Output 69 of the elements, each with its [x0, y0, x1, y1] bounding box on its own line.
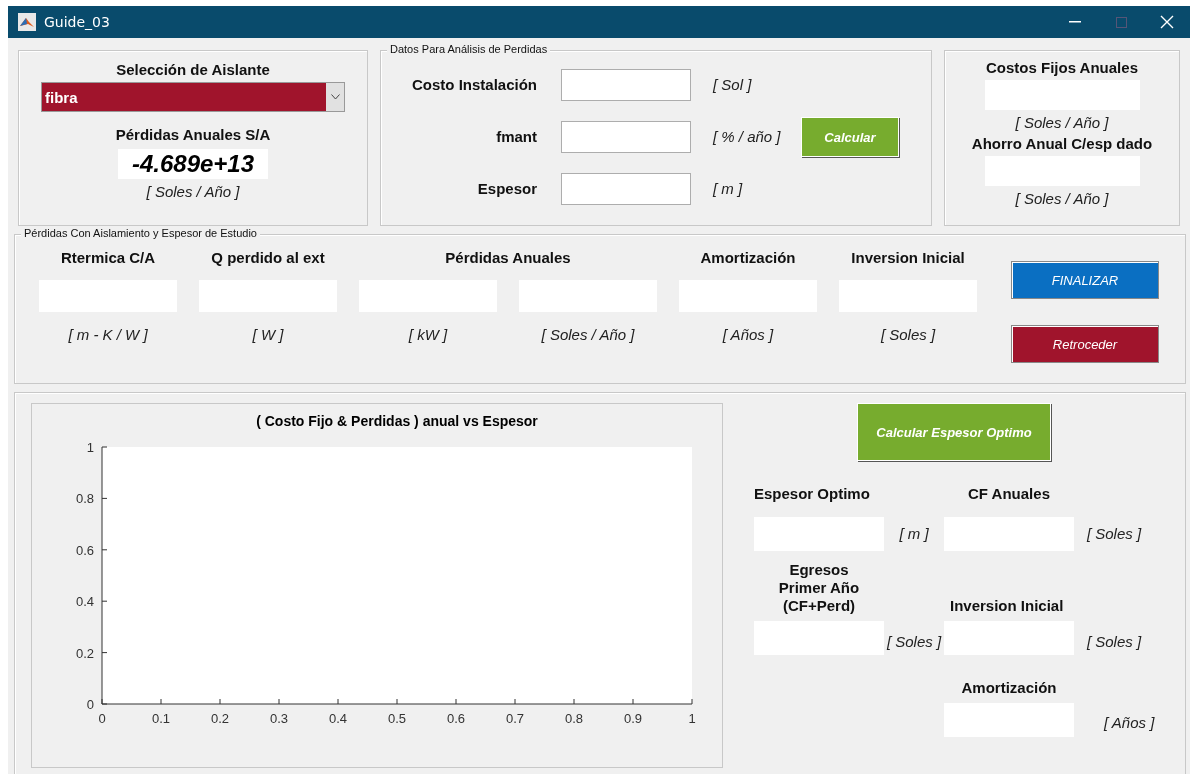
field-label: Espesor Optimo [754, 485, 870, 502]
optimum-button[interactable]: Calcular Espesor Optimo [857, 403, 1051, 461]
input-field[interactable] [561, 69, 691, 101]
field-label: Amortización [961, 679, 1057, 696]
unit-label: [ m ] [713, 180, 743, 197]
y-tick-label: 0.6 [75, 542, 94, 558]
unit-label: [ Soles ] [1086, 525, 1142, 542]
action-button[interactable]: Retroceder [1011, 325, 1159, 363]
x-tick-label: 0.3 [269, 711, 289, 726]
x-tick-label: 0.4 [328, 711, 348, 726]
x-tick-label: 1 [688, 711, 696, 726]
panel-title: Pérdidas Con Aislamiento y Espesor de Estudio [21, 227, 260, 239]
chart-title: ( Costo Fijo & Perdidas ) anual vs Espesor [256, 413, 538, 429]
unit-label: [ Años ] [1104, 714, 1155, 731]
x-tick-label: 0.6 [446, 711, 466, 726]
unit-label: [ W ] [252, 326, 284, 343]
unit-label: [ Soles / Año ] [541, 326, 635, 343]
field-label: fmant [496, 128, 537, 145]
unit-label: [ Sol ] [713, 76, 752, 93]
unit-label: [ Soles ] [1086, 633, 1142, 650]
calculate-button[interactable]: Calcular [801, 117, 899, 157]
action-button[interactable]: FINALIZAR [1011, 261, 1159, 299]
unit-label: [ m ] [899, 525, 929, 542]
column-heading: Rtermica C/A [60, 249, 156, 266]
x-tick-label: 0.9 [623, 711, 643, 726]
x-tick-label: 0.8 [564, 711, 584, 726]
unit-label: [ m - K / W ] [68, 326, 148, 343]
y-tick-label: 0.8 [75, 491, 94, 507]
x-tick-label: 0.7 [505, 711, 525, 726]
field-label: Ahorro Anual C/esp dado [971, 135, 1153, 152]
column-heading: Amortización [700, 249, 796, 266]
field-label: CF Anuales [968, 485, 1050, 502]
unit-label: [ Soles / Año ] [1015, 190, 1109, 207]
panel-title: Datos Para Análisis de Perdidas [387, 43, 551, 55]
field-label: Costo Instalación [411, 76, 537, 93]
input-field[interactable] [561, 121, 691, 153]
field-label: Costos Fijos Anuales [986, 59, 1138, 76]
x-tick-label: 0.1 [151, 711, 171, 726]
y-tick-label: 0.4 [75, 594, 94, 610]
app-icon [18, 13, 36, 31]
unit-label: [ Soles ] [886, 633, 942, 650]
input-field[interactable] [561, 173, 691, 205]
unit-label: [ Soles ] [880, 326, 936, 343]
close-icon[interactable] [1160, 15, 1174, 29]
y-tick-label: 1 [86, 440, 94, 455]
x-tick-label: 0.5 [387, 711, 407, 726]
y-tick-label: 0.2 [75, 645, 94, 661]
minimize-icon[interactable] [1069, 21, 1081, 23]
chevron-down-icon [330, 94, 340, 100]
y-tick-label: 0 [86, 697, 94, 712]
unit-label: [ % / año ] [713, 128, 781, 145]
x-tick-label: 0 [98, 711, 106, 726]
field-label: Espesor [477, 180, 537, 197]
maximize-icon[interactable] [1115, 16, 1127, 28]
unit-label: [ Soles / Año ] [1015, 114, 1109, 131]
field-label: Inversion Inicial [950, 597, 1064, 614]
window-title: Guide_03 [44, 14, 111, 30]
unit-label: [ Soles / Año ] [146, 183, 240, 200]
field-label: Egresos Primer Año (CF+Perd) [777, 561, 861, 615]
column-heading: Inversion Inicial [851, 249, 965, 266]
loss-value: -4.689e+13 [117, 149, 269, 179]
loss-label: Pérdidas Anuales S/A [115, 126, 271, 143]
column-heading: Q perdido al ext [211, 249, 325, 266]
insulation-heading: Selección de Aislante [116, 61, 270, 78]
unit-label: [ Años ] [722, 326, 774, 343]
column-heading: Pérdidas Anuales [445, 249, 571, 266]
insulation-dropdown[interactable]: fibra [41, 82, 345, 112]
x-tick-label: 0.2 [210, 711, 230, 726]
unit-label: [ kW ] [408, 326, 448, 343]
